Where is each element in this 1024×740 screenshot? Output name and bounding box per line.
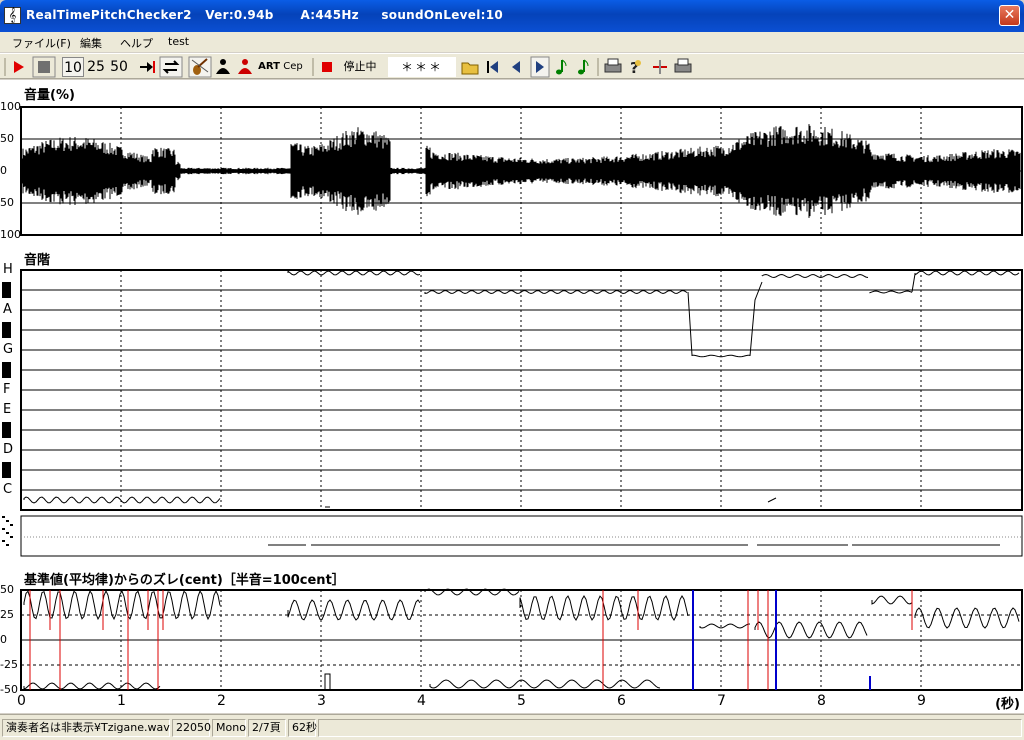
volume-tick-label: 0 bbox=[0, 164, 7, 177]
art-button[interactable]: ART bbox=[258, 57, 280, 77]
articulation-band bbox=[20, 515, 1023, 557]
toolbar-icons: ? bbox=[4, 56, 692, 78]
prev-icon[interactable] bbox=[512, 61, 520, 73]
help-icon[interactable]: ? bbox=[630, 59, 641, 77]
deviation-tick-label: 50 bbox=[0, 583, 14, 596]
menu-help[interactable]: ヘルプ bbox=[120, 35, 153, 51]
time-tick-label: 8 bbox=[817, 693, 826, 709]
zoom-25-button[interactable]: 25 bbox=[85, 57, 107, 77]
status-duration: 62秒 bbox=[288, 719, 317, 737]
volume-tick-label: 100 bbox=[0, 100, 21, 113]
note-display: ＊＊＊ bbox=[388, 57, 456, 77]
time-tick-label: 9 bbox=[917, 693, 926, 709]
open-folder-icon[interactable] bbox=[461, 62, 479, 75]
piano-black-key bbox=[2, 462, 11, 478]
time-tick-label: 7 bbox=[717, 693, 726, 709]
toolbar: ? 10 25 50 ART Cep 停止中 ＊＊＊ bbox=[0, 53, 1024, 79]
piano-black-key bbox=[2, 422, 11, 438]
band-marker bbox=[2, 540, 5, 542]
status-bar: 演奏者名は非表示¥Tzigane.wav 22050 Mono 2/7頁 62秒 bbox=[0, 714, 1024, 740]
volume-tick-label: 50 bbox=[0, 196, 14, 209]
piano-black-key bbox=[2, 362, 11, 378]
volume-panel-title: 音量(%) bbox=[24, 88, 75, 103]
analysis-plot bbox=[2, 106, 1023, 691]
window-title: RealTimePitchChecker2 Ver:0.94b A:445Hz … bbox=[26, 8, 504, 22]
time-tick-label: 4 bbox=[417, 693, 426, 709]
time-tick-label: 1 bbox=[117, 693, 126, 709]
piano-black-key bbox=[2, 282, 11, 298]
menu-test[interactable]: test bbox=[168, 35, 189, 48]
next-icon[interactable] bbox=[530, 56, 550, 78]
band-marker bbox=[2, 528, 5, 530]
note-green2-icon[interactable] bbox=[578, 59, 589, 75]
band-marker bbox=[6, 520, 9, 522]
note-green-icon[interactable] bbox=[556, 59, 567, 75]
piano-black-key bbox=[2, 322, 11, 338]
note-label-c: C bbox=[3, 482, 13, 497]
print-icon[interactable] bbox=[604, 58, 622, 73]
status-channel: Mono bbox=[212, 719, 246, 737]
first-icon[interactable] bbox=[487, 61, 498, 73]
note-label-d: D bbox=[3, 442, 14, 457]
scale-panel-title: 音階 bbox=[24, 253, 51, 268]
loop-icon[interactable] bbox=[159, 56, 183, 78]
skip-to-end-icon[interactable] bbox=[140, 61, 155, 73]
band-marker bbox=[2, 516, 5, 518]
volume-tick-label: 50 bbox=[0, 132, 14, 145]
time-tick-label: 2 bbox=[217, 693, 226, 709]
menu-edit[interactable]: 編集 bbox=[80, 35, 102, 51]
volume-tick-label: 100 bbox=[0, 228, 21, 241]
deviation-tick-label: 0 bbox=[0, 633, 7, 646]
violin-icon[interactable] bbox=[188, 56, 212, 78]
time-tick-label: 0 bbox=[17, 693, 26, 709]
deviation-panel-title: 基準値(平均律)からのズレ(cent)［半音=100cent］ bbox=[24, 573, 345, 588]
menu-file[interactable]: ファイル(F) bbox=[12, 35, 71, 51]
status-page: 2/7頁 bbox=[248, 719, 286, 737]
deviation-tick-label: -50 bbox=[0, 683, 18, 696]
person-red-icon[interactable] bbox=[238, 59, 252, 74]
note-label-h: H bbox=[3, 262, 13, 277]
time-tick-label: 3 bbox=[317, 693, 326, 709]
time-tick-label: 5 bbox=[517, 693, 526, 709]
time-tick-label: 6 bbox=[617, 693, 626, 709]
person-black-icon[interactable] bbox=[216, 59, 230, 74]
cross-icon[interactable] bbox=[653, 60, 667, 74]
play-icon[interactable] bbox=[14, 61, 24, 73]
title-bar: 𝄞 RealTimePitchChecker2 Ver:0.94b A:445H… bbox=[0, 0, 1024, 32]
note-label-a: A bbox=[3, 302, 12, 317]
note-label-f: F bbox=[3, 382, 11, 397]
band-marker bbox=[6, 532, 9, 534]
cep-button[interactable]: Cep bbox=[282, 57, 304, 77]
band-marker bbox=[6, 544, 9, 546]
deviation-tick-label: -25 bbox=[0, 658, 18, 671]
time-unit-label: (秒) bbox=[995, 697, 1020, 712]
close-button[interactable]: ✕ bbox=[999, 5, 1020, 26]
stop-icon[interactable] bbox=[32, 56, 56, 78]
status-empty bbox=[318, 719, 1022, 737]
status-sample-rate: 22050 bbox=[172, 719, 211, 737]
status-label: 停止中 bbox=[343, 60, 377, 73]
analysis-canvas: 音量(%) 音階 基準値(平均律)からのズレ(cent)［半音=100cent］… bbox=[0, 80, 1024, 713]
deviation-tick-label: 25 bbox=[0, 608, 14, 621]
menu-bar: ファイル(F) 編集 ヘルプ test bbox=[0, 32, 1024, 52]
zoom-10-button[interactable]: 10 bbox=[62, 57, 84, 77]
band-marker bbox=[10, 536, 13, 538]
band-marker bbox=[10, 524, 13, 526]
status-file: 演奏者名は非表示¥Tzigane.wav bbox=[2, 719, 170, 737]
record-indicator-icon[interactable] bbox=[322, 62, 332, 72]
print2-icon[interactable] bbox=[674, 58, 692, 73]
note-label-g: G bbox=[3, 342, 14, 357]
zoom-50-button[interactable]: 50 bbox=[108, 57, 130, 77]
app-icon: 𝄞 bbox=[4, 7, 21, 24]
note-label-e: E bbox=[3, 402, 12, 417]
